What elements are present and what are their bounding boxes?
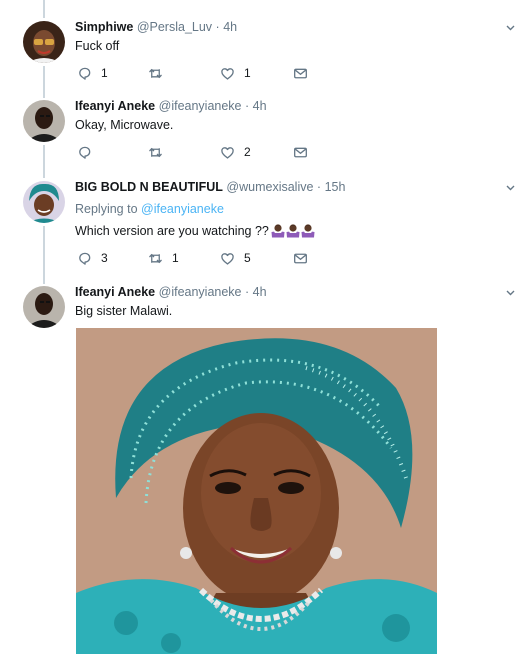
chevron-down-icon[interactable]: [506, 183, 515, 192]
separator-dot: ·: [316, 180, 322, 194]
like-button[interactable]: 5: [220, 249, 251, 267]
dm-icon: [294, 68, 307, 78]
tweet-header: Ifeanyi Aneke @ifeanyianeke · 4h: [75, 99, 267, 113]
reply-button[interactable]: 1: [77, 64, 108, 82]
avatar[interactable]: [23, 286, 65, 328]
separator-dot: ·: [215, 20, 220, 34]
display-name[interactable]: Simphiwe: [75, 20, 133, 34]
person-shrugging-emoji: [301, 224, 315, 238]
like-button[interactable]: 2: [220, 143, 251, 161]
tweet-text: Fuck off: [75, 39, 120, 53]
timestamp[interactable]: 4h: [253, 285, 267, 299]
emoji-group: [271, 223, 316, 241]
reply-icon: [79, 252, 91, 265]
retweet-button[interactable]: [148, 143, 172, 161]
reply-icon: [79, 67, 91, 80]
display-name[interactable]: BIG BOLD N BEAUTIFUL: [75, 180, 223, 194]
user-handle[interactable]: @Persla_Luv: [137, 20, 212, 34]
separator-dot: ·: [245, 99, 250, 113]
timestamp[interactable]: 4h: [253, 99, 267, 113]
avatar[interactable]: [23, 100, 65, 142]
reply-button[interactable]: 3: [77, 249, 108, 267]
dm-button[interactable]: [293, 64, 308, 82]
tweet-actions: 3 1 5: [75, 249, 335, 267]
tweet-text-line: Which version are you watching ??: [75, 223, 316, 241]
tweet[interactable]: Ifeanyi Aneke @ifeanyianeke · 4h Okay, M…: [0, 98, 516, 168]
reply-icon: [79, 146, 91, 159]
person-shrugging-emoji: [271, 224, 285, 238]
reply-count: 1: [101, 66, 108, 80]
dm-button[interactable]: [293, 143, 308, 161]
tweet-media-photo[interactable]: [76, 328, 437, 654]
timestamp[interactable]: 15h: [325, 180, 346, 194]
like-count: 2: [244, 145, 251, 159]
chevron-down-icon[interactable]: [506, 23, 515, 32]
retweet-button[interactable]: [148, 64, 172, 82]
dm-icon: [294, 253, 307, 263]
reply-count: 3: [101, 251, 108, 265]
retweet-count: 1: [172, 251, 179, 265]
tweet-actions: 2: [75, 143, 335, 161]
user-handle[interactable]: @wumexisalive: [226, 180, 313, 194]
separator-dot: ·: [245, 285, 250, 299]
tweet-actions: 1 1: [75, 64, 335, 82]
like-icon: [221, 146, 234, 159]
avatar[interactable]: [23, 21, 65, 63]
replying-mention[interactable]: @ifeanyianeke: [141, 202, 224, 216]
chevron-down-icon[interactable]: [506, 288, 515, 297]
avatar[interactable]: [23, 181, 65, 223]
retweet-icon: [149, 68, 162, 78]
dm-button[interactable]: [293, 249, 308, 267]
tweet-text: Okay, Microwave.: [75, 118, 174, 132]
display-name[interactable]: Ifeanyi Aneke: [75, 285, 155, 299]
reply-button[interactable]: [77, 143, 101, 161]
tweet-header: Ifeanyi Aneke @ifeanyianeke · 4h: [75, 285, 267, 299]
tweet[interactable]: BIG BOLD N BEAUTIFUL @wumexisalive · 15h…: [0, 179, 516, 274]
tweet-text: Big sister Malawi.: [75, 304, 173, 318]
person-shrugging-emoji: [286, 224, 300, 238]
retweet-icon: [149, 253, 162, 263]
dm-icon: [294, 147, 307, 157]
like-button[interactable]: 1: [220, 64, 251, 82]
tweet-header: BIG BOLD N BEAUTIFUL @wumexisalive · 15h: [75, 180, 345, 194]
like-count: 1: [244, 66, 251, 80]
like-icon: [221, 67, 234, 80]
user-handle[interactable]: @ifeanyianeke: [159, 99, 242, 113]
timestamp[interactable]: 4h: [223, 20, 237, 34]
thread-line-top: [43, 0, 45, 18]
tweet-header: Simphiwe @Persla_Luv · 4h: [75, 20, 237, 34]
retweet-button[interactable]: 1: [148, 249, 179, 267]
tweet[interactable]: Simphiwe @Persla_Luv · 4h Fuck off 1 1: [0, 19, 516, 89]
replying-prefix: Replying to: [75, 202, 138, 216]
tweet-text: Which version are you watching ??: [75, 224, 269, 238]
user-handle[interactable]: @ifeanyianeke: [159, 285, 242, 299]
like-icon: [221, 252, 234, 265]
replying-to: Replying to @ifeanyianeke: [75, 202, 224, 216]
like-count: 5: [244, 251, 251, 265]
retweet-icon: [149, 147, 162, 157]
display-name[interactable]: Ifeanyi Aneke: [75, 99, 155, 113]
